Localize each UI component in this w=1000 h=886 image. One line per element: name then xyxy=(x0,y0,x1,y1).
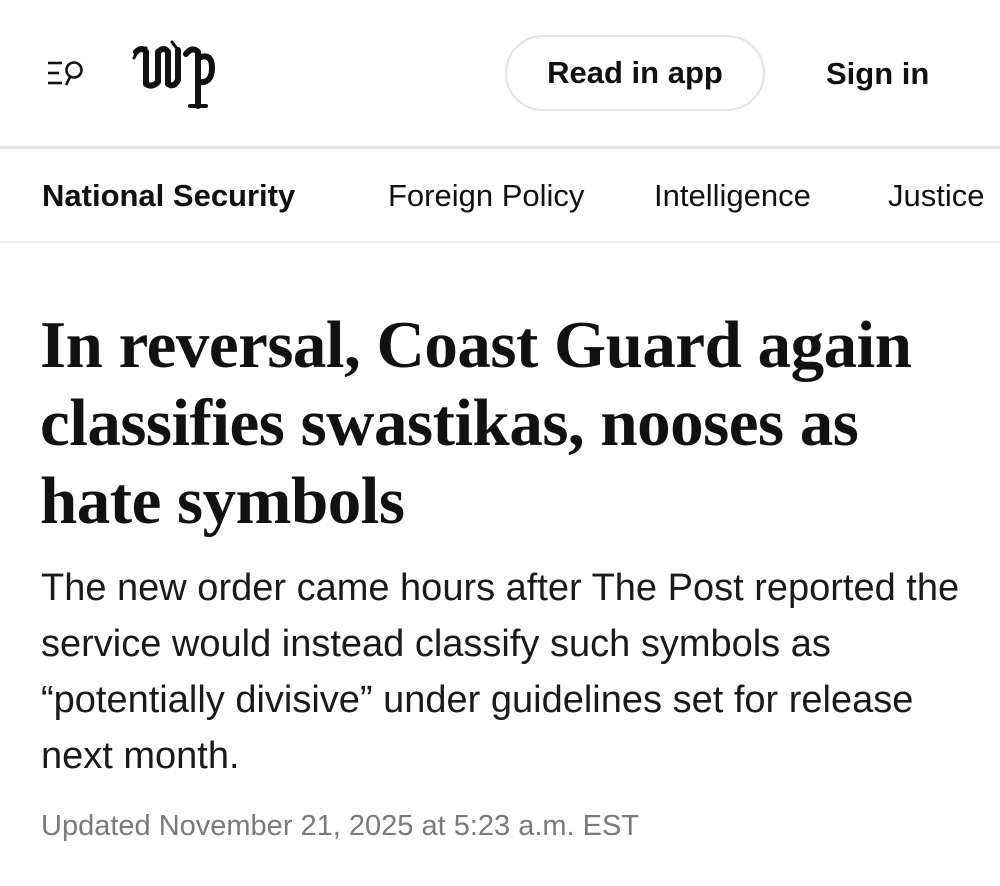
read-in-app-button[interactable]: Read in app xyxy=(505,35,765,111)
nav-item-justice[interactable]: Justice xyxy=(888,175,984,217)
article-timestamp: Updated November 21, 2025 at 5:23 a.m. E… xyxy=(41,810,640,842)
read-in-app-label: Read in app xyxy=(547,55,723,90)
menu-search-button[interactable] xyxy=(46,56,90,92)
article-headline: In reversal, Coast Guard again classifie… xyxy=(40,308,912,538)
nav-divider xyxy=(0,241,1000,243)
article-dek: The new order came hours after The Post … xyxy=(41,567,960,777)
site-header: Read in app Sign in xyxy=(0,0,1000,148)
wp-logo-icon xyxy=(132,40,215,109)
nav-item-national-security[interactable]: National Security xyxy=(42,175,295,217)
wp-logo[interactable] xyxy=(132,36,216,110)
nav-item-foreign-policy[interactable]: Foreign Policy xyxy=(388,175,584,217)
menu-search-icon xyxy=(48,61,83,86)
nav-item-intelligence[interactable]: Intelligence xyxy=(654,175,811,217)
section-nav: National Security Foreign Policy Intelli… xyxy=(0,149,1000,242)
sign-in-link[interactable]: Sign in xyxy=(826,50,929,98)
